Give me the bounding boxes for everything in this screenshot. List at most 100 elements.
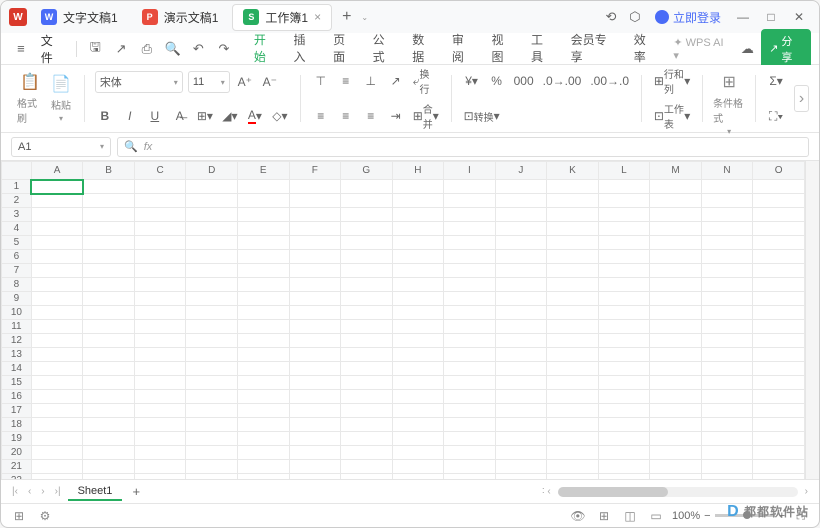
cell-H5[interactable] <box>392 236 444 250</box>
cell-H17[interactable] <box>392 404 444 418</box>
cell-G15[interactable] <box>341 376 393 390</box>
cell-G16[interactable] <box>341 390 393 404</box>
row-header-9[interactable]: 9 <box>2 292 32 306</box>
cell-F9[interactable] <box>289 292 341 306</box>
cell-I7[interactable] <box>444 264 496 278</box>
cell-C16[interactable] <box>134 390 186 404</box>
cell-D14[interactable] <box>186 362 238 376</box>
col-header-B[interactable]: B <box>83 162 135 180</box>
cell-H22[interactable] <box>392 474 444 480</box>
crop-button[interactable]: ⛶▾ <box>766 106 786 126</box>
cell-B18[interactable] <box>83 418 135 432</box>
sheet-prev-button[interactable]: ‹ <box>25 486 34 497</box>
cell-K16[interactable] <box>547 390 599 404</box>
col-header-M[interactable]: M <box>650 162 702 180</box>
cell-H14[interactable] <box>392 362 444 376</box>
font-select[interactable]: 宋体▾ <box>95 71 183 93</box>
decrease-decimal-button[interactable]: .00→.0 <box>588 71 631 91</box>
cell-E2[interactable] <box>237 194 289 208</box>
cell-B4[interactable] <box>83 222 135 236</box>
cell-L13[interactable] <box>598 348 650 362</box>
wrap-button[interactable]: ⤶ 换行 <box>411 71 441 91</box>
cell-H9[interactable] <box>392 292 444 306</box>
export-icon[interactable]: ↗ <box>109 37 133 61</box>
col-header-G[interactable]: G <box>341 162 393 180</box>
redo-icon[interactable]: ↷ <box>212 37 236 61</box>
cell-K20[interactable] <box>547 446 599 460</box>
doc-tab-ppt[interactable]: P 演示文稿1 <box>132 5 229 30</box>
cell-O13[interactable] <box>753 348 805 362</box>
cell-H16[interactable] <box>392 390 444 404</box>
cell-K21[interactable] <box>547 460 599 474</box>
cell-B6[interactable] <box>83 250 135 264</box>
cell-G21[interactable] <box>341 460 393 474</box>
cell-D13[interactable] <box>186 348 238 362</box>
cell-B10[interactable] <box>83 306 135 320</box>
cell-B8[interactable] <box>83 278 135 292</box>
cell-O11[interactable] <box>753 320 805 334</box>
cell-D7[interactable] <box>186 264 238 278</box>
worksheet-button[interactable]: ⊡ 工作表▾ <box>652 106 692 126</box>
cell-O22[interactable] <box>753 474 805 480</box>
align-bottom-button[interactable]: ⊥ <box>361 71 381 91</box>
row-header-21[interactable]: 21 <box>2 460 32 474</box>
cell-O8[interactable] <box>753 278 805 292</box>
cell-D3[interactable] <box>186 208 238 222</box>
row-header-11[interactable]: 11 <box>2 320 32 334</box>
cell-C18[interactable] <box>134 418 186 432</box>
cloud-icon[interactable]: ☁ <box>735 37 759 61</box>
cell-I4[interactable] <box>444 222 496 236</box>
col-header-J[interactable]: J <box>495 162 547 180</box>
spreadsheet-grid[interactable]: ABCDEFGHIJKLMNO1234567891011121314151617… <box>1 161 805 479</box>
cell-G19[interactable] <box>341 432 393 446</box>
cell-A15[interactable] <box>31 376 83 390</box>
cell-B19[interactable] <box>83 432 135 446</box>
cell-A20[interactable] <box>31 446 83 460</box>
add-tab-button[interactable]: + <box>336 8 357 26</box>
cell-L8[interactable] <box>598 278 650 292</box>
cell-G18[interactable] <box>341 418 393 432</box>
cell-J6[interactable] <box>495 250 547 264</box>
cell-M18[interactable] <box>650 418 702 432</box>
cell-J3[interactable] <box>495 208 547 222</box>
cell-A19[interactable] <box>31 432 83 446</box>
cell-N20[interactable] <box>701 446 753 460</box>
hscroll-left-button[interactable]: ∶ ‹ <box>539 486 554 497</box>
cell-H8[interactable] <box>392 278 444 292</box>
merge-button[interactable]: ⊞ 合并▾ <box>411 106 441 126</box>
cell-C5[interactable] <box>134 236 186 250</box>
cell-O21[interactable] <box>753 460 805 474</box>
horizontal-scrollbar[interactable] <box>558 487 798 497</box>
cell-G9[interactable] <box>341 292 393 306</box>
percent-button[interactable]: % <box>487 71 507 91</box>
cell-C22[interactable] <box>134 474 186 480</box>
cell-F17[interactable] <box>289 404 341 418</box>
cell-N2[interactable] <box>701 194 753 208</box>
cell-B14[interactable] <box>83 362 135 376</box>
cell-K6[interactable] <box>547 250 599 264</box>
cell-E18[interactable] <box>237 418 289 432</box>
hscroll-right-button[interactable]: › <box>802 486 811 497</box>
cell-C21[interactable] <box>134 460 186 474</box>
cell-E15[interactable] <box>237 376 289 390</box>
cell-H18[interactable] <box>392 418 444 432</box>
cell-H12[interactable] <box>392 334 444 348</box>
cell-E20[interactable] <box>237 446 289 460</box>
currency-button[interactable]: ¥▾ <box>462 71 482 91</box>
col-header-K[interactable]: K <box>547 162 599 180</box>
cell-L18[interactable] <box>598 418 650 432</box>
cell-E17[interactable] <box>237 404 289 418</box>
cell-M22[interactable] <box>650 474 702 480</box>
cell-E21[interactable] <box>237 460 289 474</box>
cell-K19[interactable] <box>547 432 599 446</box>
col-header-E[interactable]: E <box>237 162 289 180</box>
align-top-button[interactable]: ⊤ <box>311 71 331 91</box>
cell-M9[interactable] <box>650 292 702 306</box>
cell-G12[interactable] <box>341 334 393 348</box>
cell-O10[interactable] <box>753 306 805 320</box>
cell-D17[interactable] <box>186 404 238 418</box>
row-header-15[interactable]: 15 <box>2 376 32 390</box>
sheet-tab[interactable]: Sheet1 <box>68 483 123 501</box>
cell-M14[interactable] <box>650 362 702 376</box>
cell-H20[interactable] <box>392 446 444 460</box>
